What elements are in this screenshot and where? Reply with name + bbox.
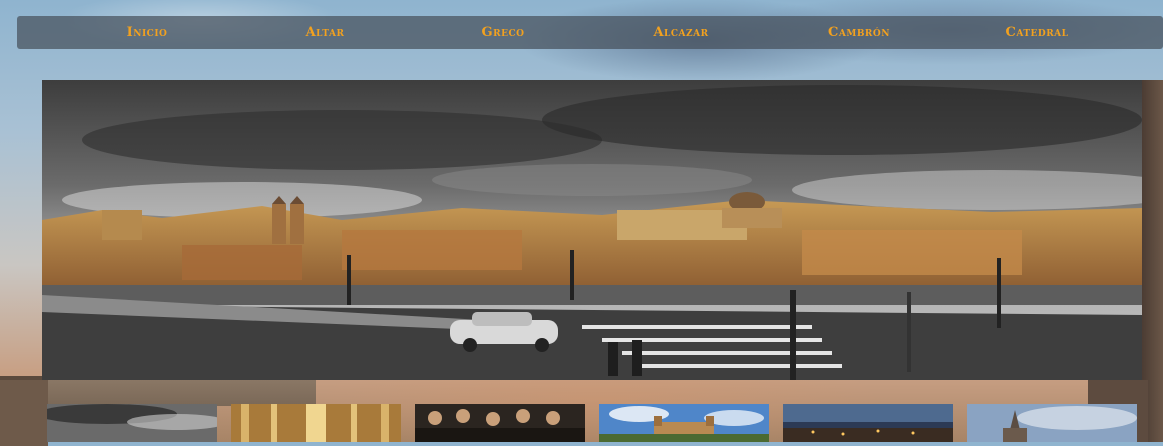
background-tower-left — [0, 376, 48, 446]
thumbnail-altar[interactable] — [231, 404, 401, 442]
cathedral-altar-thumbnail — [231, 404, 401, 442]
background-wall-left — [48, 380, 316, 406]
alcazar-thumbnail — [599, 404, 769, 442]
toledo-night-thumbnail — [783, 404, 953, 442]
thumbnail-panorama[interactable] — [47, 404, 217, 442]
greco-painting-thumbnail — [415, 404, 585, 442]
thumbnail-catedral[interactable] — [967, 404, 1137, 442]
nav-link-inicio[interactable]: Inicio — [127, 16, 168, 49]
thumbnail-alcazar[interactable] — [599, 404, 769, 442]
cathedral-tower-thumbnail — [967, 404, 1137, 442]
nav-link-cambron[interactable]: Cambrón — [828, 16, 890, 49]
toledo-panorama-thumbnail — [47, 404, 217, 442]
nav-link-alcazar[interactable]: Alcazar — [653, 16, 708, 49]
thumbnail-strip — [47, 404, 1147, 442]
thumbnail-cambron[interactable] — [783, 404, 953, 442]
nav-link-greco[interactable]: Greco — [482, 16, 525, 49]
nav-link-catedral[interactable]: Catedral — [1006, 16, 1069, 49]
main-navigation: Inicio Altar Greco Alcazar Cambrón Cated… — [17, 16, 1163, 49]
thumbnail-greco[interactable] — [415, 404, 585, 442]
nav-link-altar[interactable]: Altar — [306, 16, 345, 49]
hero-image — [42, 80, 1142, 380]
toledo-panorama-photo — [42, 80, 1142, 380]
